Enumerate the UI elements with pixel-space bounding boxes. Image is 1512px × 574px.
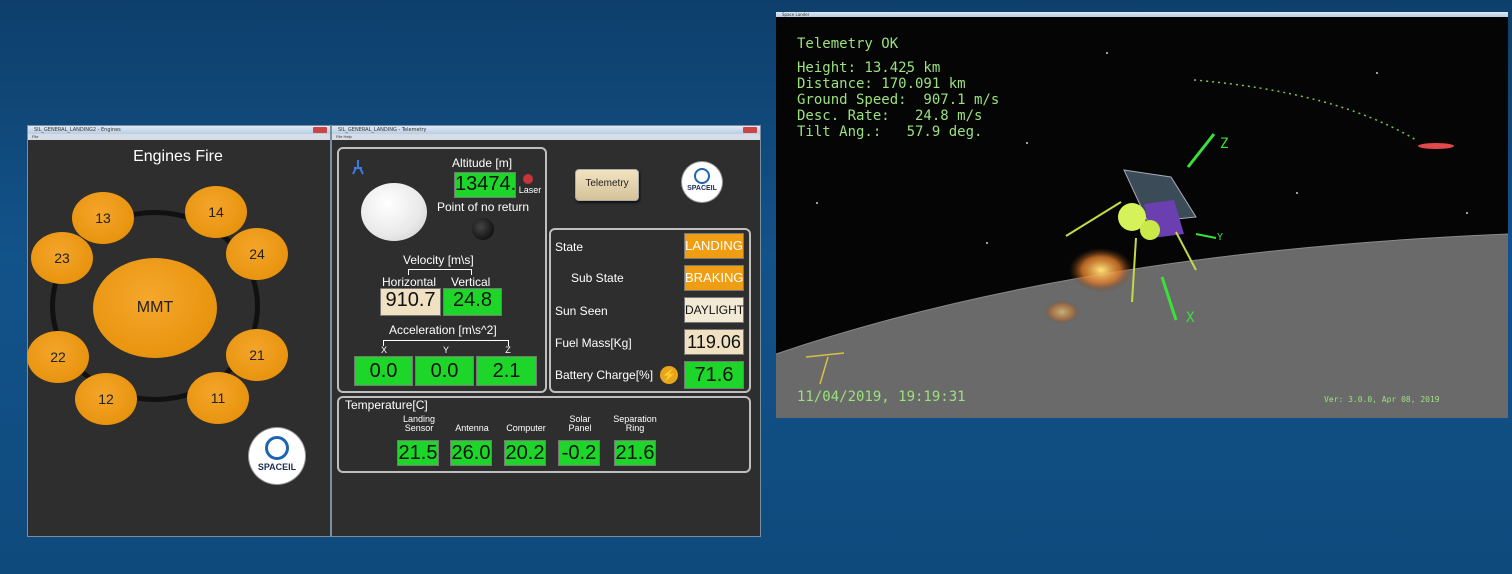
sim-version: Ver: 3.0.0, Apr 08, 2019 xyxy=(1324,395,1440,404)
ponr-label: Point of no return xyxy=(437,200,530,214)
lightning-icon: ⚡ xyxy=(660,366,678,384)
altitude-label: Altitude [m] xyxy=(452,156,513,170)
fuel-mass-value: 119.06 xyxy=(684,329,744,355)
substate-label: Sub State xyxy=(571,271,624,285)
landing-target-marker xyxy=(1418,143,1454,149)
spaceil-logo-small-icon xyxy=(694,168,710,184)
accel-y-value: 0.0 xyxy=(415,356,474,386)
main-engine: MMT xyxy=(93,258,217,358)
sun-seen-value: DAYLIGHT xyxy=(684,297,744,323)
star xyxy=(1466,212,1468,214)
temp-solar-panel-value: -0.2 xyxy=(558,440,600,466)
telemetry-button[interactable]: Telemetry xyxy=(575,169,639,201)
laser-label: Laser xyxy=(518,185,542,195)
spaceil-logo-small-text: SPACEIL xyxy=(687,185,717,192)
star xyxy=(816,202,818,204)
spaceil-logo: SPACEIL xyxy=(249,428,305,484)
spaceil-logo-text: SPACEIL xyxy=(257,462,297,472)
temp-landing-sensor-label: Landing Sensor xyxy=(395,415,443,433)
star xyxy=(1106,52,1108,54)
distance-readout: Distance: 170.091 km xyxy=(797,76,966,92)
sim-timestamp: 11/04/2019, 19:19:31 xyxy=(797,389,966,405)
accel-z-value: 2.1 xyxy=(476,356,537,386)
sun-seen-label: Sun Seen xyxy=(555,304,608,318)
star xyxy=(1296,192,1298,194)
tilt-readout: Tilt Ang.: 57.9 deg. xyxy=(797,124,983,140)
acceleration-label: Acceleration [m\s^2] xyxy=(389,323,497,337)
close-icon[interactable] xyxy=(743,127,757,133)
telemetry-title-bar-text: SIL_GENERAL_LANDING - Telemetry xyxy=(338,127,427,133)
star xyxy=(1376,72,1378,74)
accel-axis-x-label: X xyxy=(380,345,387,355)
temp-separation-ring-label-2: Ring xyxy=(625,423,645,433)
moon-disc xyxy=(361,183,427,241)
temp-landing-sensor-value: 21.5 xyxy=(397,440,439,466)
axis-y-label: Y xyxy=(1217,232,1224,243)
substate-value: BRAKING xyxy=(684,265,744,291)
state-value: LANDING xyxy=(684,233,744,259)
accel-x-value: 0.0 xyxy=(354,356,413,386)
desc-rate-readout: Desc. Rate: 24.8 m/s xyxy=(797,108,983,124)
engine-24: 24 xyxy=(226,228,288,280)
state-label: State xyxy=(555,240,584,254)
temp-solar-panel-label: Solar Panel xyxy=(556,415,604,433)
laser-indicator-icon xyxy=(523,174,533,184)
temp-computer-value: 20.2 xyxy=(504,440,546,466)
horizontal-velocity-value: 910.7 xyxy=(380,288,441,316)
spaceil-logo-small: SPACEIL xyxy=(682,162,722,202)
engines-title-bar-text: SIL_GENERAL_LANDING2 - Engines xyxy=(34,127,121,133)
horizontal-label: Horizontal xyxy=(382,275,437,289)
temp-computer-label-2: Computer xyxy=(506,423,546,433)
height-readout: Height: 13.425 km xyxy=(797,60,941,76)
axis-x-label: X xyxy=(1186,310,1195,326)
lander-icon xyxy=(352,160,364,176)
engines-menu-bar[interactable]: File xyxy=(28,134,330,140)
telemetry-menu-bar[interactable]: File Help xyxy=(332,134,760,140)
lander-glyph xyxy=(352,160,364,175)
battery-charge-label: Battery Charge[%] xyxy=(555,368,654,382)
engine-11: 11 xyxy=(187,372,249,424)
temp-antenna-value: 26.0 xyxy=(450,440,492,466)
engine-14: 14 xyxy=(185,186,247,238)
engine-exhaust xyxy=(1069,248,1133,292)
engine-12: 12 xyxy=(75,373,137,425)
engine-21: 21 xyxy=(226,329,288,381)
engines-fire-title: Engines Fire xyxy=(133,148,223,165)
temperature-title: Temperature[C] xyxy=(345,398,428,412)
telemetry-status: Telemetry OK xyxy=(797,36,899,52)
accel-axis-y-label: Y xyxy=(442,345,449,355)
vertical-velocity-value: 24.8 xyxy=(443,288,502,316)
spaceil-logo-icon xyxy=(265,436,289,460)
velocity-label: Velocity [m\s] xyxy=(403,253,474,267)
engines-title-bar[interactable]: SIL_GENERAL_LANDING2 - Engines xyxy=(28,126,330,134)
accel-axis-z-label: Z xyxy=(505,345,511,355)
engine-22: 22 xyxy=(27,331,89,383)
temp-separation-ring-label: Separation Ring xyxy=(608,415,662,433)
engine-13: 13 xyxy=(72,192,134,244)
vertical-label: Vertical xyxy=(451,275,491,289)
fuel-mass-label: Fuel Mass[Kg] xyxy=(555,336,632,350)
telemetry-title-bar[interactable]: SIL_GENERAL_LANDING - Telemetry xyxy=(332,126,760,134)
axis-z-label: Z xyxy=(1220,136,1229,152)
ponr-indicator-icon xyxy=(472,218,494,240)
trajectory-path xyxy=(1193,79,1417,141)
battery-charge-value: 71.6 xyxy=(684,361,744,389)
temp-antenna-label-2: Antenna xyxy=(455,423,489,433)
temp-antenna-label: Antenna xyxy=(448,415,496,433)
engine-23: 23 xyxy=(31,232,93,284)
altitude-value: 13474. xyxy=(454,172,516,198)
temp-separation-ring-value: 21.6 xyxy=(614,440,656,466)
star xyxy=(986,242,988,244)
close-icon[interactable] xyxy=(313,127,327,133)
temp-computer-label: Computer xyxy=(501,415,551,433)
simulation-window[interactable]: Space Lander Telemetry OK Height: 13.425… xyxy=(776,12,1508,418)
star xyxy=(1026,142,1028,144)
temp-solar-panel-label-2: Panel xyxy=(568,423,592,433)
ground-speed-readout: Ground Speed: 907.1 m/s xyxy=(797,92,1000,108)
temp-landing-sensor-label-2: Sensor xyxy=(404,423,434,433)
